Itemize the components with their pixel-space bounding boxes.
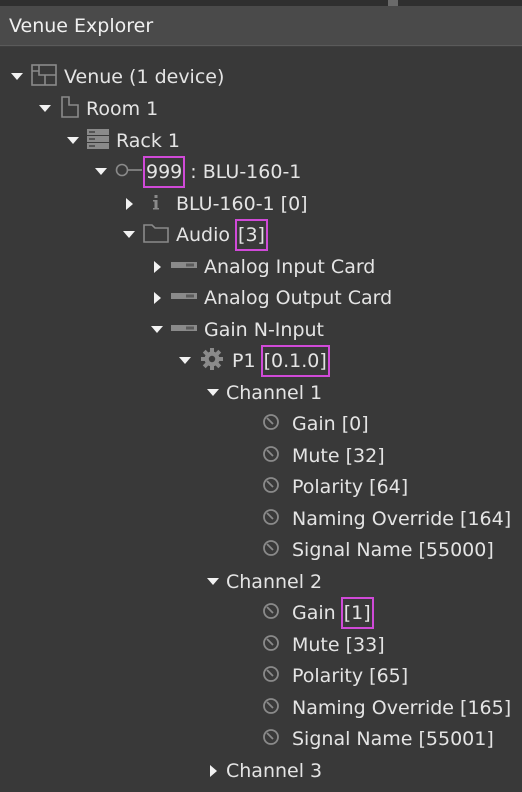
folder-icon	[142, 222, 170, 248]
rack-label: Rack 1	[116, 130, 181, 152]
device-info-label: BLU-160-1 [0]	[176, 193, 308, 215]
card-icon	[170, 286, 198, 310]
collapse-caret-icon[interactable]	[150, 291, 164, 305]
param-row[interactable]: Signal Name [55001]	[262, 724, 494, 754]
parameter-dial-icon	[262, 444, 286, 468]
param-row[interactable]: Mute [33]	[262, 630, 385, 660]
tree-node-rack[interactable]: Rack 1	[66, 126, 180, 156]
tree-node-analog-output-card[interactable]: Analog Output Card	[150, 283, 392, 313]
param-row[interactable]: Polarity [64]	[262, 472, 408, 502]
param-label: Gain	[292, 602, 342, 624]
tree-node-channel-3[interactable]: Channel 3	[206, 756, 322, 786]
room-label: Room 1	[86, 98, 159, 120]
param-label: Naming Override [165]	[292, 697, 512, 719]
gear-icon	[198, 347, 226, 375]
collapse-caret-icon[interactable]	[122, 197, 136, 211]
param-label: Naming Override [164]	[292, 508, 512, 530]
param-label: Mute [33]	[292, 634, 385, 656]
info-icon	[142, 192, 170, 216]
device-node-icon	[114, 160, 142, 184]
parameter-dial-icon	[262, 507, 286, 531]
expand-caret-icon[interactable]	[10, 70, 24, 84]
channel-label: Channel 1	[226, 382, 323, 404]
card-icon	[170, 255, 198, 279]
tree-node-processor[interactable]: P1 [0.1.0]	[178, 345, 330, 377]
parameter-dial-icon	[262, 601, 286, 625]
param-row[interactable]: Naming Override [165]	[262, 693, 511, 723]
venue-label: Venue (1 device)	[64, 66, 225, 88]
collapse-caret-icon[interactable]	[150, 260, 164, 274]
device-name: BLU-160-1	[202, 161, 302, 183]
expand-caret-icon[interactable]	[38, 102, 52, 116]
channel-label: Channel 3	[226, 760, 323, 782]
param-label: Polarity [65]	[292, 665, 409, 687]
venue-tree: Venue (1 device) Room 1 Rack 1 999 : BLU…	[0, 47, 522, 792]
tree-node-venue[interactable]: Venue (1 device)	[10, 62, 224, 92]
tree-node-analog-input-card[interactable]: Analog Input Card	[150, 252, 375, 282]
audio-label: Audio	[176, 224, 237, 246]
param-label: Polarity [64]	[292, 476, 409, 498]
room-icon	[58, 95, 80, 123]
audio-count-highlight: [3]	[235, 219, 268, 251]
tree-node-device[interactable]: 999 : BLU-160-1	[94, 156, 302, 188]
card-label: Analog Output Card	[204, 287, 393, 309]
device-separator: :	[184, 161, 203, 183]
device-id-highlight: 999	[142, 156, 186, 188]
param-label: Gain [0]	[292, 413, 369, 435]
parameter-dial-icon	[262, 538, 286, 562]
param-row[interactable]: Gain [0]	[262, 409, 369, 439]
panel-title: Venue Explorer	[9, 15, 154, 37]
parameter-dial-icon	[262, 727, 286, 751]
parameter-dial-icon	[262, 412, 286, 436]
panel-title-bar: Venue Explorer	[0, 6, 522, 46]
rack-icon	[86, 127, 110, 155]
card-label: Analog Input Card	[204, 256, 376, 278]
param-row[interactable]: Gain [1]	[262, 597, 374, 629]
expand-caret-icon[interactable]	[206, 575, 220, 589]
expand-caret-icon[interactable]	[66, 134, 80, 148]
tree-node-room[interactable]: Room 1	[38, 94, 158, 124]
expand-caret-icon[interactable]	[122, 228, 136, 242]
param-row[interactable]: Naming Override [164]	[262, 504, 511, 534]
tree-node-device-info[interactable]: BLU-160-1 [0]	[122, 189, 308, 219]
tree-node-gain-n-input[interactable]: Gain N-Input	[150, 315, 324, 345]
expand-caret-icon[interactable]	[178, 354, 192, 368]
param-row[interactable]: Signal Name [55000]	[262, 535, 494, 565]
param-label: Signal Name [55001]	[292, 728, 494, 750]
processor-address-highlight: [0.1.0]	[260, 345, 330, 377]
expand-caret-icon[interactable]	[150, 323, 164, 337]
channel-label: Channel 2	[226, 571, 323, 593]
parameter-dial-icon	[262, 633, 286, 657]
param-row[interactable]: Mute [32]	[262, 441, 385, 471]
parameter-dial-icon	[262, 696, 286, 720]
gain-id-highlight: [1]	[340, 597, 374, 629]
expand-caret-icon[interactable]	[206, 386, 220, 400]
tree-node-channel-1[interactable]: Channel 1	[206, 378, 322, 408]
tree-node-audio[interactable]: Audio [3]	[122, 219, 268, 251]
tree-node-channel-2[interactable]: Channel 2	[206, 567, 322, 597]
parameter-dial-icon	[262, 475, 286, 499]
parameter-dial-icon	[262, 664, 286, 688]
param-row[interactable]: Polarity [65]	[262, 661, 408, 691]
collapse-caret-icon[interactable]	[206, 764, 220, 778]
venue-icon	[30, 63, 58, 91]
card-label: Gain N-Input	[204, 319, 324, 341]
param-label: Mute [32]	[292, 445, 385, 467]
card-icon	[170, 318, 198, 342]
processor-label: P1	[232, 350, 262, 372]
expand-caret-icon[interactable]	[94, 165, 108, 179]
param-label: Signal Name [55000]	[292, 539, 494, 561]
